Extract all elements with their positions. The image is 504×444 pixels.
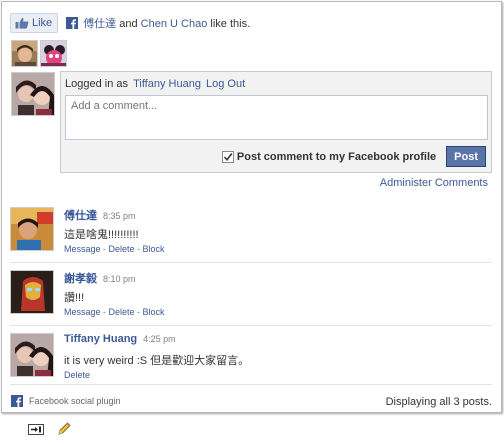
comment-body: 謝孝毅 8:10 pm 讚!!! Message - Delete - Bloc… bbox=[64, 270, 492, 317]
like-bar: Like 傅仕達 and Chen U Chao like this. bbox=[10, 12, 250, 34]
like-button-label: Like bbox=[32, 17, 53, 29]
commenter-avatar[interactable] bbox=[10, 333, 54, 377]
comment-time: 8:35 pm bbox=[103, 211, 136, 221]
liker-pictures bbox=[11, 40, 67, 67]
delete-link[interactable]: Delete bbox=[109, 307, 135, 317]
post-to-profile-label: Post comment to my Facebook profile bbox=[236, 150, 437, 163]
divider bbox=[10, 262, 492, 263]
pencil-icon[interactable] bbox=[56, 421, 72, 437]
commenter-avatar[interactable] bbox=[10, 207, 54, 251]
liker-link[interactable]: Chen U Chao bbox=[141, 18, 208, 30]
comment-actions: Delete bbox=[64, 370, 492, 380]
social-plugin-footer: Facebook social plugin bbox=[11, 395, 121, 407]
comment-compose-box: Logged in as Tiffany Huang Log Out Post … bbox=[60, 71, 492, 173]
editor-tools bbox=[28, 421, 72, 437]
logout-link[interactable]: Log Out bbox=[206, 78, 245, 90]
logged-in-prefix: Logged in as bbox=[65, 78, 128, 90]
message-link[interactable]: Message bbox=[64, 244, 101, 254]
insert-icon[interactable] bbox=[28, 421, 44, 437]
commenter-avatar[interactable] bbox=[10, 270, 54, 314]
facebook-icon bbox=[11, 395, 23, 407]
comment-actions: Message - Delete - Block bbox=[64, 244, 165, 254]
divider bbox=[10, 325, 492, 326]
social-plugin-link[interactable]: Facebook social plugin bbox=[29, 396, 121, 406]
block-link[interactable]: Block bbox=[143, 307, 165, 317]
like-suffix: like this. bbox=[210, 18, 251, 30]
post-count: Displaying all 3 posts. bbox=[385, 396, 492, 408]
thumbs-up-icon bbox=[15, 17, 29, 29]
liker-avatar[interactable] bbox=[11, 40, 38, 67]
comment-time: 8:10 pm bbox=[103, 274, 136, 284]
commenter-name[interactable]: 傅仕達 bbox=[64, 207, 97, 223]
logged-in-status: Logged in as Tiffany Huang Log Out bbox=[65, 78, 245, 90]
like-summary: 傅仕達 and Chen U Chao like this. bbox=[83, 15, 250, 31]
divider bbox=[10, 384, 492, 385]
liker-avatar[interactable] bbox=[40, 40, 67, 67]
administer-comments-link[interactable]: Administer Comments bbox=[380, 177, 488, 189]
delete-link[interactable]: Delete bbox=[64, 370, 90, 380]
delete-link[interactable]: Delete bbox=[109, 244, 135, 254]
comment-actions: Message - Delete - Block bbox=[64, 307, 165, 317]
current-user-avatar[interactable] bbox=[11, 72, 55, 116]
facebook-icon bbox=[66, 17, 79, 29]
comment-body: 傅仕達 8:35 pm 這是啥鬼!!!!!!!!!! Message - Del… bbox=[64, 207, 492, 254]
checkmark-icon bbox=[223, 152, 233, 161]
like-conjunction: and bbox=[119, 18, 138, 30]
like-button[interactable]: Like bbox=[10, 13, 59, 33]
current-user-link[interactable]: Tiffany Huang bbox=[133, 78, 201, 90]
comment-text: 這是啥鬼!!!!!!!!!! bbox=[64, 229, 139, 241]
comment-body: Tiffany Huang 4:25 pm it is very weird :… bbox=[64, 333, 492, 380]
comment-time: 4:25 pm bbox=[143, 334, 176, 344]
comment-input[interactable] bbox=[65, 95, 488, 140]
commenter-name[interactable]: 謝孝毅 bbox=[64, 270, 97, 286]
comment-text: it is very weird :S 但是歡迎大家留言。 bbox=[64, 355, 250, 367]
commenter-name[interactable]: Tiffany Huang bbox=[64, 333, 137, 345]
post-to-profile-checkbox[interactable] bbox=[221, 150, 234, 163]
liker-link[interactable]: 傅仕達 bbox=[83, 18, 116, 30]
post-button[interactable]: Post bbox=[446, 146, 486, 167]
block-link[interactable]: Block bbox=[143, 244, 165, 254]
message-link[interactable]: Message bbox=[64, 307, 101, 317]
comment-text: 讚!!! bbox=[64, 292, 85, 304]
post-options: Post comment to my Facebook profile Post bbox=[221, 146, 486, 167]
